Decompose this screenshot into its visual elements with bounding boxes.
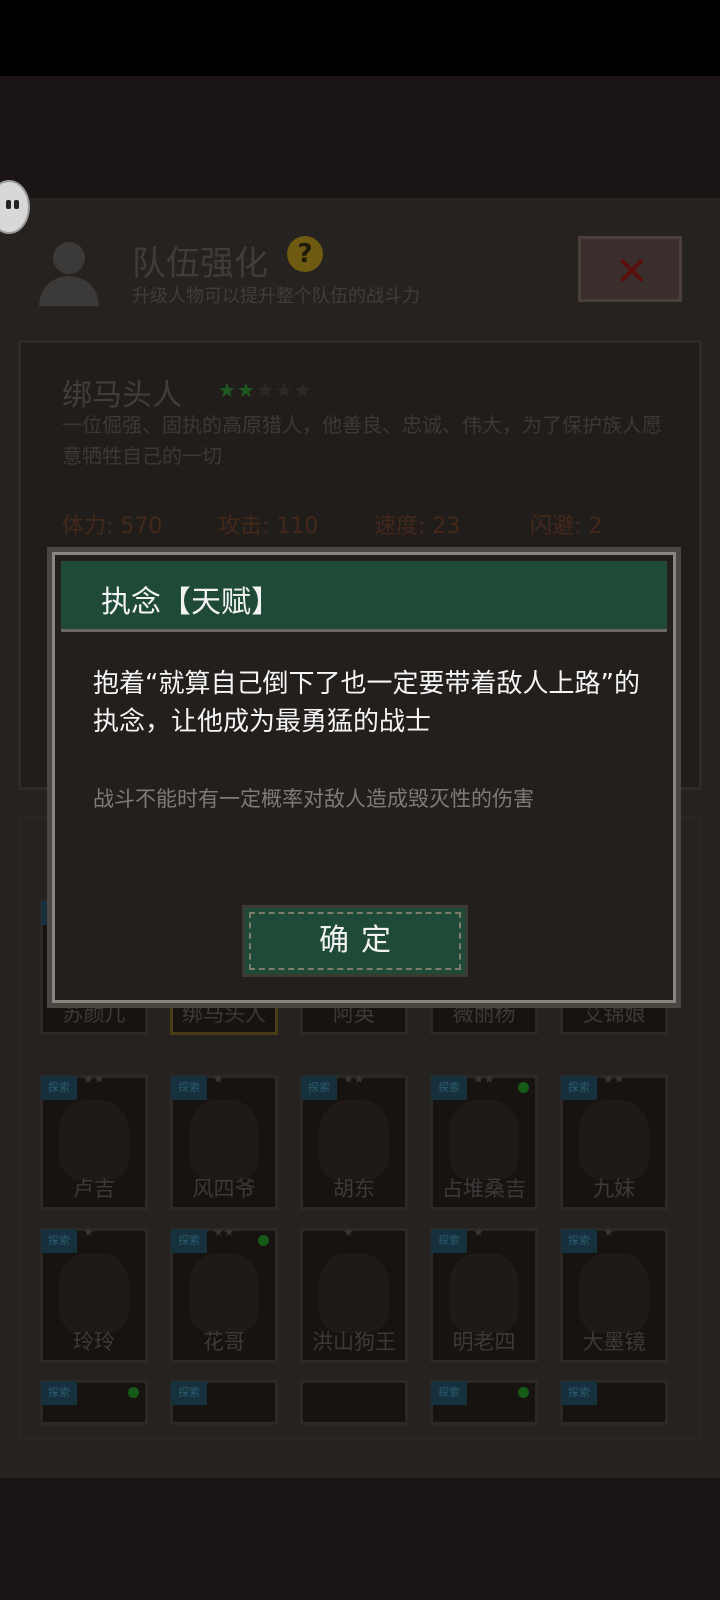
portrait-image — [189, 1253, 259, 1333]
status-dot — [128, 1387, 139, 1398]
character-card[interactable]: 探索 ★ 明老四 — [430, 1225, 538, 1363]
help-icon[interactable]: ? — [287, 236, 323, 272]
star-filled-icon: ★★ — [218, 378, 256, 402]
page-title: 队伍强化 — [132, 244, 268, 284]
status-dot — [258, 1235, 269, 1246]
card-name: 风四爷 — [192, 1177, 256, 1201]
explore-tag: 探索 — [431, 1076, 467, 1100]
card-name: 胡东 — [333, 1177, 375, 1201]
explore-tag: 探索 — [301, 1076, 337, 1100]
explore-tag: 探索 — [41, 1229, 77, 1253]
explore-tag: 探索 — [41, 1381, 77, 1405]
character-card[interactable]: 探索 — [40, 1380, 148, 1425]
character-card[interactable]: 探索 ★★ 卢吉 — [40, 1072, 148, 1210]
dialog-subtext: 战斗不能时有一定概率对敌人造成毁灭性的伤害 — [93, 787, 534, 811]
card-stars: ★ — [343, 1225, 354, 1239]
character-name: 绑马头人 — [62, 378, 182, 413]
card-stars: ★ — [213, 1072, 224, 1086]
dialog-title: 执念【天赋】 — [101, 585, 281, 620]
portrait-image — [319, 1100, 389, 1180]
portrait-image — [59, 1253, 129, 1333]
card-stars: ★★ — [473, 1072, 495, 1086]
bottom-area — [0, 1478, 720, 1600]
player-avatar-icon — [39, 242, 99, 306]
explore-tag: 探索 — [171, 1076, 207, 1100]
close-button[interactable]: ✕ — [578, 236, 682, 302]
character-card[interactable]: 探索 ★ 风四爷 — [170, 1072, 278, 1210]
explore-tag: 探索 — [171, 1229, 207, 1253]
character-card[interactable]: 探索 — [170, 1380, 278, 1425]
dialog-text: 抱着“就算自己倒下了也一定要带着敌人上路”的执念，让他成为最勇猛的战士 — [93, 669, 640, 737]
explore-tag: 探索 — [431, 1381, 467, 1405]
card-stars: ★★ — [213, 1225, 235, 1239]
character-card[interactable]: 探索 — [560, 1380, 668, 1425]
explore-tag: 探索 — [171, 1381, 207, 1405]
card-name: 占堆桑吉 — [442, 1177, 526, 1201]
stat-hp: 体力: 570 — [62, 514, 163, 539]
portrait-image — [449, 1253, 519, 1333]
explore-tag: 探索 — [561, 1076, 597, 1100]
card-name: 九妹 — [593, 1177, 635, 1201]
card-stars: ★★ — [83, 1072, 105, 1086]
confirm-button[interactable]: 确定 — [242, 905, 468, 977]
character-description: 一位倔强、固执的高原猎人，他善良、忠诚、伟大，为了保护族人愿意牺牲自己的一切 — [62, 413, 662, 468]
character-card[interactable]: 探索 — [430, 1380, 538, 1425]
character-card[interactable]: 探索 ★★ 花哥 — [170, 1225, 278, 1363]
dialog-header: 执念【天赋】 — [61, 561, 667, 632]
portrait-image — [59, 1100, 129, 1180]
explore-tag: 探索 — [561, 1381, 597, 1405]
explore-tag: 探索 — [41, 1076, 77, 1100]
card-stars: ★ — [603, 1225, 614, 1239]
character-card[interactable] — [300, 1380, 408, 1425]
status-bar — [0, 0, 720, 76]
page-subtitle: 升级人物可以提升整个队伍的战斗力 — [132, 286, 420, 307]
portrait-image — [579, 1100, 649, 1180]
portrait-image — [449, 1100, 519, 1180]
card-stars: ★★ — [343, 1072, 365, 1086]
stat-attack: 攻击: 110 — [218, 514, 319, 539]
status-dot — [518, 1387, 529, 1398]
card-name: 花哥 — [203, 1330, 245, 1354]
character-card[interactable]: 探索 ★★ 占堆桑吉 — [430, 1072, 538, 1210]
character-card[interactable]: 探索 ★★ 胡东 — [300, 1072, 408, 1210]
confirm-label: 确定 — [249, 912, 461, 970]
portrait-image — [189, 1100, 259, 1180]
explore-tag: 探索 — [561, 1229, 597, 1253]
status-dot — [518, 1082, 529, 1093]
card-stars: ★ — [473, 1225, 484, 1239]
card-name: 卢吉 — [73, 1177, 115, 1201]
card-name: 明老四 — [452, 1330, 516, 1354]
card-name: 大墨镜 — [582, 1330, 646, 1354]
stat-speed: 速度: 23 — [374, 514, 461, 539]
character-card[interactable]: 探索 ★ 玲玲 — [40, 1225, 148, 1363]
character-stars: ★★★★★ — [218, 378, 313, 402]
star-empty-icon: ★★★ — [255, 378, 313, 402]
portrait-image — [319, 1253, 389, 1333]
card-name: 玲玲 — [73, 1330, 115, 1354]
character-card[interactable]: 探索 ★★ 九妹 — [560, 1072, 668, 1210]
card-stars: ★ — [83, 1225, 94, 1239]
explore-tag: 探索 — [431, 1229, 467, 1253]
stat-dodge: 闪避: 2 — [530, 514, 603, 539]
character-card[interactable]: 探索 ★ 大墨镜 — [560, 1225, 668, 1363]
card-name: 洪山狗王 — [312, 1330, 396, 1354]
character-card[interactable]: ★ 洪山狗王 — [300, 1225, 408, 1363]
portrait-image — [579, 1253, 649, 1333]
talent-dialog: 执念【天赋】 抱着“就算自己倒下了也一定要带着敌人上路”的执念，让他成为最勇猛的… — [52, 552, 676, 1003]
close-icon: ✕ — [615, 249, 649, 295]
card-stars: ★★ — [603, 1072, 625, 1086]
